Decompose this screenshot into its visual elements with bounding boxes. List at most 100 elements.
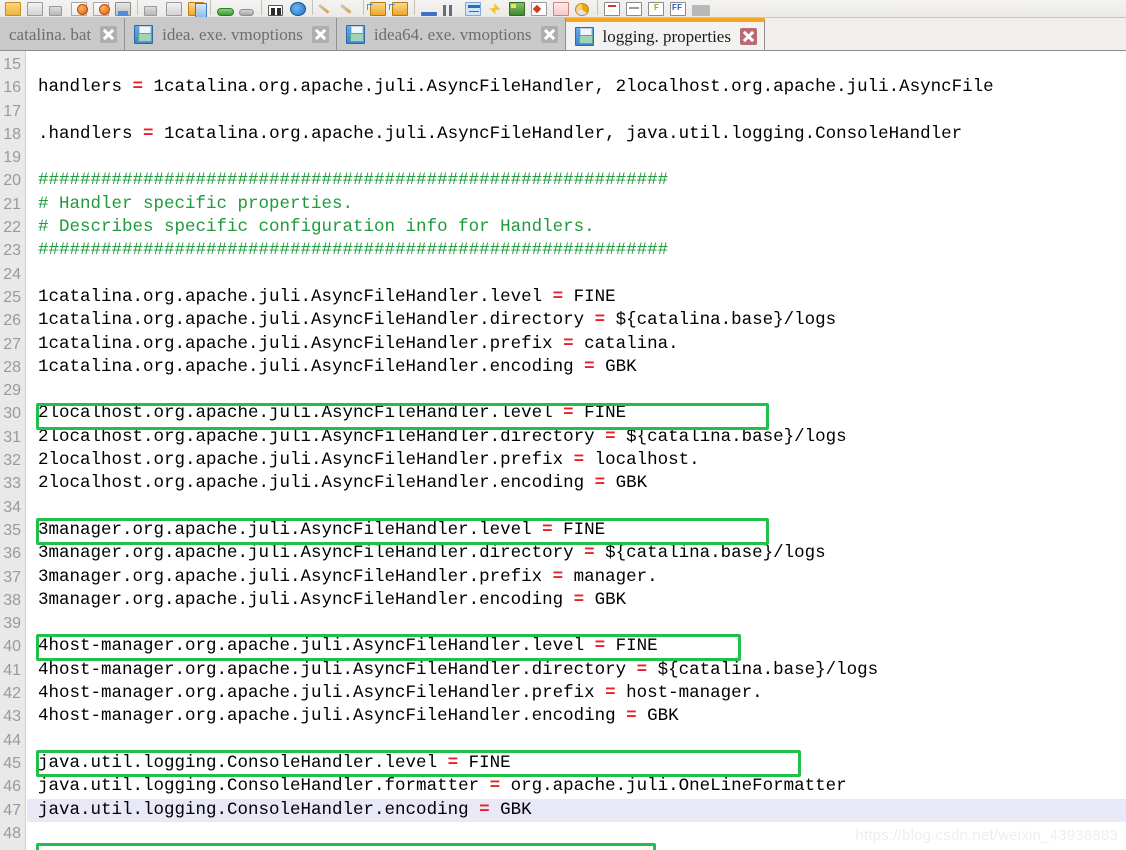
pause-icon-glyph bbox=[443, 5, 453, 16]
save-icon-glyph bbox=[27, 2, 43, 16]
toolbar-separator bbox=[594, 0, 601, 17]
code-line[interactable]: 3manager.org.apache.juli.AsyncFileHandle… bbox=[27, 519, 1126, 542]
code-line[interactable]: ########################################… bbox=[27, 169, 1126, 192]
code-line[interactable] bbox=[27, 146, 1126, 169]
code-line[interactable]: java.util.logging.ConsoleHandler.encodin… bbox=[27, 798, 1126, 822]
image-icon-glyph bbox=[509, 2, 525, 16]
code-line[interactable] bbox=[27, 263, 1126, 286]
pause-icon[interactable] bbox=[440, 0, 462, 17]
code-line[interactable]: # Describes specific configuration info … bbox=[27, 216, 1126, 239]
open-folder-icon-glyph bbox=[5, 2, 21, 16]
code-token: java.util.logging.ConsoleHandler.formatt… bbox=[38, 776, 490, 797]
reload-all-icon[interactable] bbox=[90, 0, 112, 17]
code-line[interactable]: # Handler specific properties. bbox=[27, 193, 1126, 216]
code-line[interactable]: java.util.logging.ConsoleHandler.formatt… bbox=[27, 775, 1126, 798]
save-all-icon[interactable] bbox=[46, 0, 68, 17]
browser-icon-glyph bbox=[290, 2, 306, 16]
wordwrap-icon[interactable] bbox=[462, 0, 484, 17]
code-line[interactable]: 3manager.org.apache.juli.AsyncFileHandle… bbox=[27, 566, 1126, 589]
close-icon[interactable] bbox=[311, 26, 329, 43]
open-folder-icon[interactable] bbox=[2, 0, 24, 17]
file-save-icon bbox=[574, 27, 594, 46]
code-line[interactable]: 2localhost.org.apache.juli.AsyncFileHand… bbox=[27, 426, 1126, 449]
code-line[interactable]: 3manager.org.apache.juli.AsyncFileHandle… bbox=[27, 589, 1126, 612]
window-close-icon[interactable] bbox=[601, 0, 623, 17]
find-icon[interactable] bbox=[141, 0, 163, 17]
editor-tab-0[interactable]: catalina. bat bbox=[0, 18, 126, 50]
window-min-icon-glyph bbox=[626, 2, 642, 16]
close-icon[interactable] bbox=[100, 26, 118, 43]
code-line[interactable]: handlers = 1catalina.org.apache.juli.Asy… bbox=[27, 76, 1126, 99]
code-line[interactable] bbox=[27, 100, 1126, 123]
code-line[interactable]: 4host-manager.org.apache.juli.AsyncFileH… bbox=[27, 659, 1126, 682]
line-number: 34 bbox=[3, 498, 21, 516]
panel-icon[interactable] bbox=[550, 0, 572, 17]
indent-icon[interactable] bbox=[418, 0, 440, 17]
code-token: = bbox=[605, 683, 616, 704]
code-token: FINE bbox=[552, 519, 606, 540]
code-line[interactable]: 2localhost.org.apache.juli.AsyncFileHand… bbox=[27, 402, 1126, 425]
package-icon[interactable] bbox=[367, 0, 389, 17]
pencil-alt-icon[interactable] bbox=[338, 0, 360, 17]
replace-icon[interactable] bbox=[163, 0, 185, 17]
code-line[interactable] bbox=[27, 379, 1126, 402]
chart-icon[interactable] bbox=[572, 0, 594, 17]
code-token: = bbox=[552, 286, 564, 307]
code-line[interactable]: ########################################… bbox=[27, 239, 1126, 262]
code-line[interactable] bbox=[27, 496, 1126, 519]
print-icon[interactable] bbox=[112, 0, 134, 17]
editor-tab-label: logging. properties bbox=[602, 26, 731, 46]
more-icon[interactable] bbox=[689, 0, 711, 17]
code-token: 1catalina.org.apache.juli.AsyncFileHandl… bbox=[38, 333, 564, 354]
line-number: 26 bbox=[3, 312, 21, 330]
line-number-list: 15 16 17 18 19 20 21 22 23 24 25 26 27 28 29 30 31 32 33 34… bbox=[0, 51, 24, 845]
reload-all-icon-glyph bbox=[93, 2, 110, 16]
close-icon[interactable] bbox=[739, 28, 757, 45]
code-token: 1catalina.org.apache.juli.AsyncFileHandl… bbox=[38, 310, 595, 331]
run-icon[interactable] bbox=[214, 0, 236, 17]
package-alt-icon[interactable] bbox=[389, 0, 411, 17]
firefox-icon[interactable] bbox=[667, 0, 689, 17]
code-line[interactable]: 1catalina.org.apache.juli.AsyncFileHandl… bbox=[27, 356, 1126, 379]
tab-bar-filler bbox=[764, 18, 1126, 50]
editor-tab-2[interactable]: idea64. exe. vmoptions bbox=[336, 18, 566, 50]
line-number: 23 bbox=[3, 242, 21, 260]
window-min-icon[interactable] bbox=[623, 0, 645, 17]
code-line[interactable]: java.util.logging.ConsoleHandler.level =… bbox=[27, 752, 1126, 775]
code-line[interactable]: 1catalina.org.apache.juli.AsyncFileHandl… bbox=[27, 286, 1126, 309]
code-line[interactable] bbox=[27, 53, 1126, 76]
code-token: ${catalina.base}/logs bbox=[605, 310, 837, 331]
close-icon[interactable] bbox=[540, 26, 558, 43]
code-line[interactable]: 4host-manager.org.apache.juli.AsyncFileH… bbox=[27, 705, 1126, 728]
line-number: 45 bbox=[3, 754, 21, 772]
editor-tab-3[interactable]: logging. properties bbox=[565, 18, 765, 50]
editor-area[interactable]: 15 16 17 18 19 20 21 22 23 24 25 26 27 28 29 30 31 32 33 34… bbox=[0, 51, 1126, 850]
color-picker-icon[interactable] bbox=[528, 0, 550, 17]
image-icon[interactable] bbox=[506, 0, 528, 17]
browser-icon[interactable] bbox=[287, 0, 309, 17]
save-icon[interactable] bbox=[24, 0, 46, 17]
code-line[interactable]: 1catalina.org.apache.juli.AsyncFileHandl… bbox=[27, 333, 1126, 356]
code-token: manager. bbox=[563, 566, 658, 587]
code-line[interactable]: 4host-manager.org.apache.juli.AsyncFileH… bbox=[27, 635, 1126, 658]
stop-icon[interactable] bbox=[236, 0, 258, 17]
highlight-icon[interactable] bbox=[484, 0, 506, 17]
line-number: 38 bbox=[3, 591, 21, 609]
code-line[interactable]: 4host-manager.org.apache.juli.AsyncFileH… bbox=[27, 682, 1126, 705]
pdf-icon[interactable] bbox=[645, 0, 667, 17]
editor-tab-1[interactable]: idea. exe. vmoptions bbox=[125, 18, 337, 50]
code-line[interactable]: 1catalina.org.apache.juli.AsyncFileHandl… bbox=[27, 309, 1126, 332]
code-line[interactable] bbox=[27, 612, 1126, 635]
code-line[interactable] bbox=[27, 729, 1126, 752]
line-number: 33 bbox=[3, 475, 21, 493]
bookmark-icon[interactable] bbox=[185, 0, 207, 17]
pencil-icon[interactable] bbox=[316, 0, 338, 17]
code-line[interactable]: 2localhost.org.apache.juli.AsyncFileHand… bbox=[27, 472, 1126, 495]
reload-icon[interactable] bbox=[68, 0, 90, 17]
editor-tab-label: idea64. exe. vmoptions bbox=[373, 24, 532, 44]
code-line[interactable]: 2localhost.org.apache.juli.AsyncFileHand… bbox=[27, 449, 1126, 472]
compare-icon[interactable] bbox=[265, 0, 287, 17]
code-line[interactable]: .handlers = 1catalina.org.apache.juli.As… bbox=[27, 123, 1126, 146]
code-content[interactable]: handlers = 1catalina.org.apache.juli.Asy… bbox=[27, 51, 1126, 850]
code-line[interactable]: 3manager.org.apache.juli.AsyncFileHandle… bbox=[27, 542, 1126, 565]
